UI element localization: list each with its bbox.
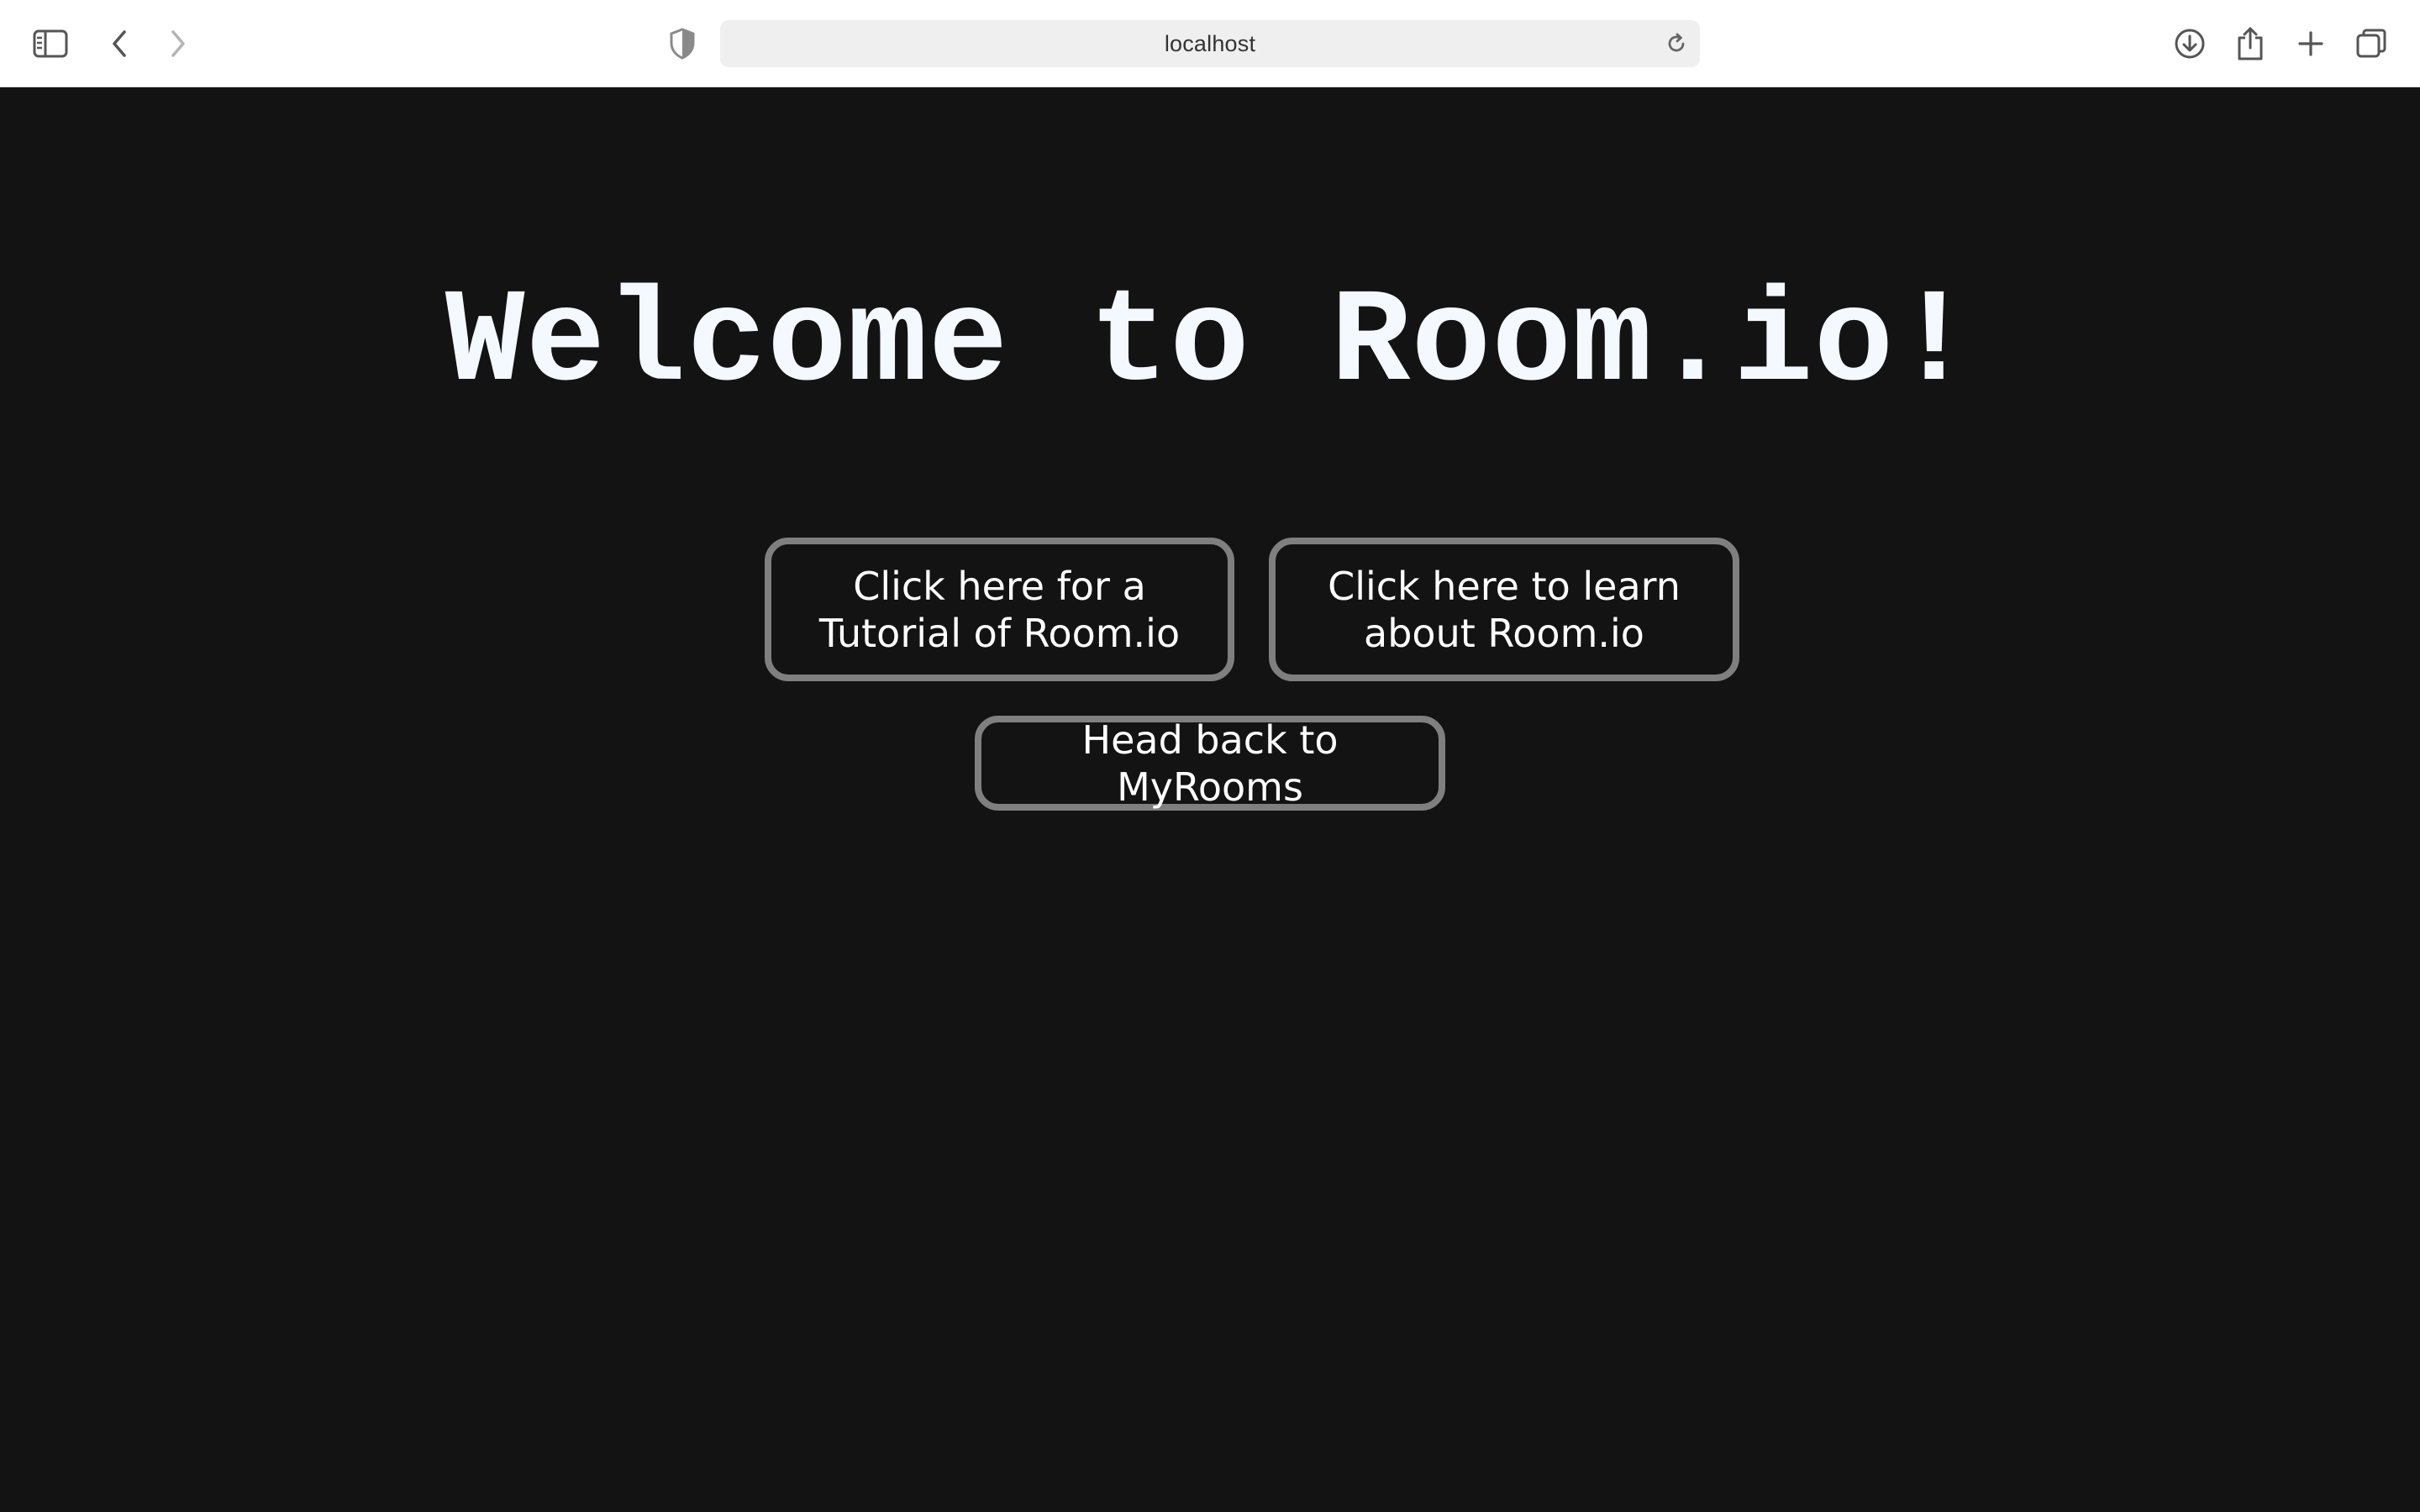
share-icon[interactable] bbox=[2228, 22, 2272, 66]
shield-icon[interactable] bbox=[660, 22, 704, 66]
browser-toolbar: localhost bbox=[0, 0, 2420, 87]
chevron-left-icon[interactable] bbox=[97, 22, 141, 66]
page-title: Welcome to Room.io! bbox=[445, 269, 1975, 419]
address-text: localhost bbox=[1164, 30, 1256, 56]
address-bar[interactable]: localhost bbox=[720, 20, 1700, 67]
tutorial-button[interactable]: Click here for a Tutorial of Room.io bbox=[765, 538, 1234, 681]
about-button[interactable]: Click here to learn about Room.io bbox=[1269, 538, 1739, 681]
reload-icon[interactable] bbox=[1661, 29, 1691, 59]
chevron-right-icon[interactable] bbox=[156, 22, 200, 66]
plus-icon[interactable] bbox=[2289, 22, 2333, 66]
page-content: Welcome to Room.io! Click here for a Tut… bbox=[0, 88, 2420, 1512]
sidebar-icon[interactable] bbox=[29, 22, 72, 66]
tabs-overview-icon[interactable] bbox=[2349, 22, 2393, 66]
download-icon[interactable] bbox=[2168, 22, 2212, 66]
back-to-myrooms-button[interactable]: Head back to MyRooms bbox=[975, 716, 1445, 811]
